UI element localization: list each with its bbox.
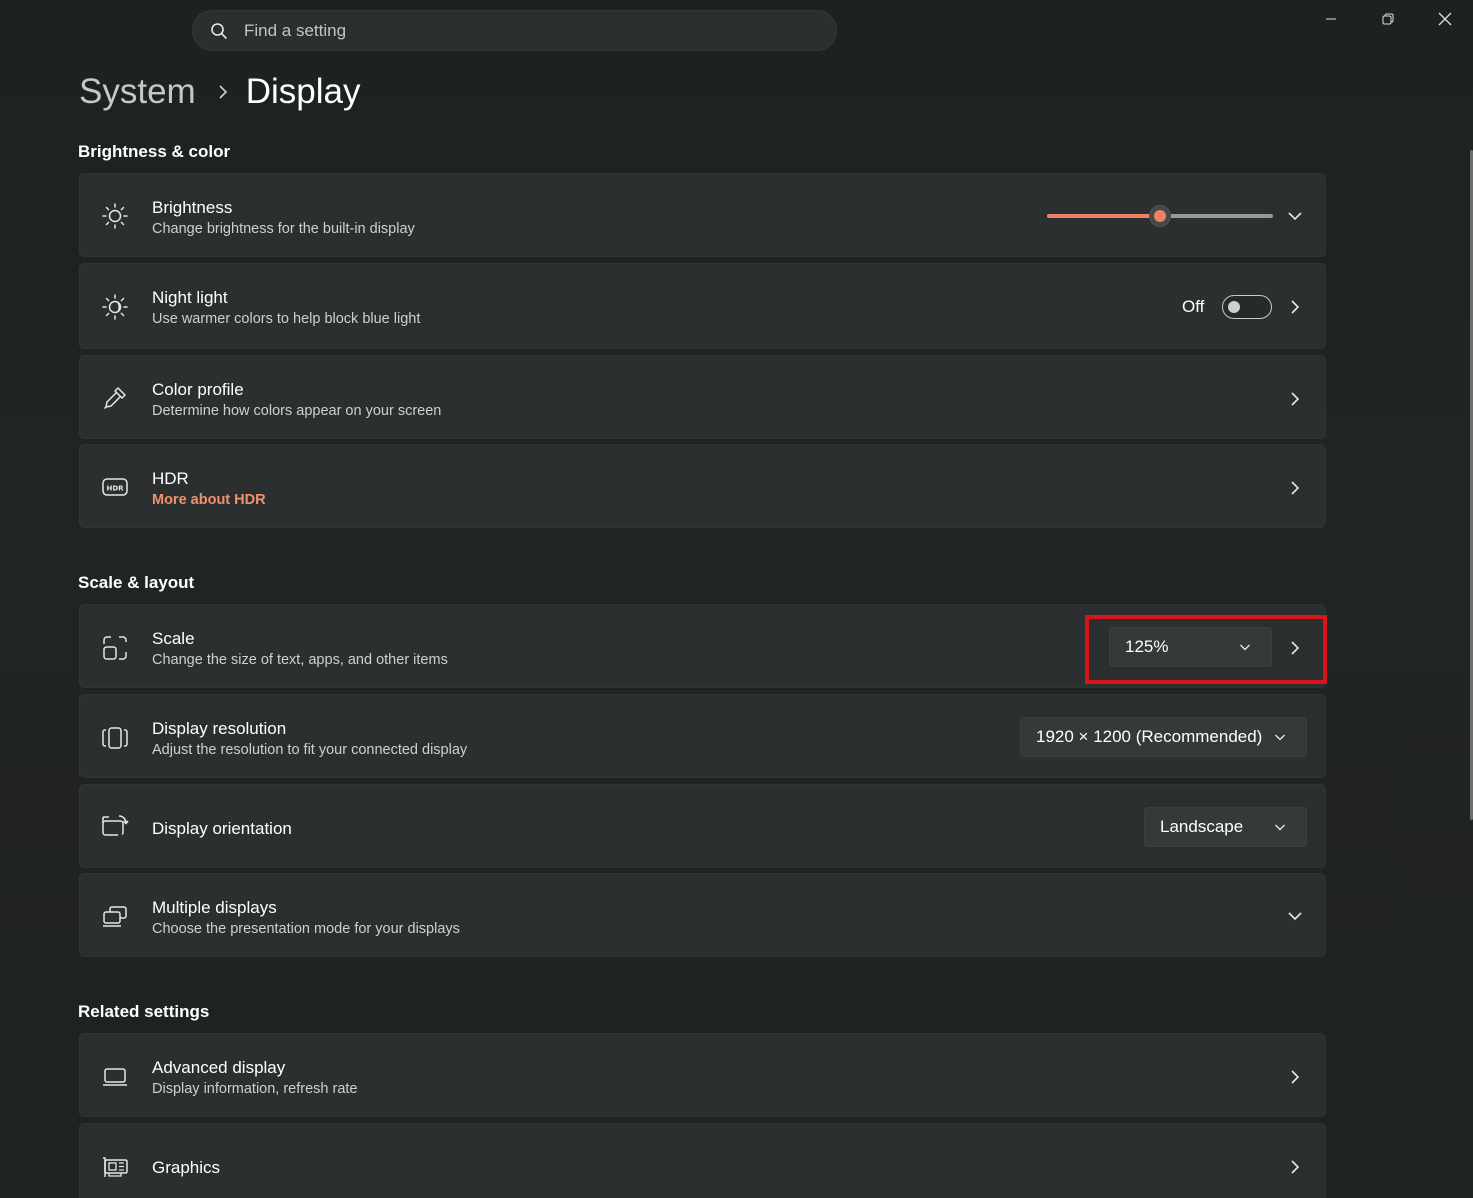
night-light-card[interactable]: Night light Use warmer colors to help bl… (79, 263, 1326, 349)
night-light-title: Night light (152, 288, 228, 307)
window-controls (1302, 0, 1473, 38)
svg-text:HDR: HDR (106, 485, 124, 493)
brightness-desc: Change brightness for the built-in displ… (152, 221, 415, 237)
graphics-title: Graphics (152, 1158, 221, 1177)
laptop-icon (103, 1068, 127, 1086)
color-profile-desc: Determine how colors appear on your scre… (152, 403, 442, 419)
minimize-icon (1325, 18, 1336, 20)
chevron-down-icon[interactable] (1287, 208, 1303, 224)
night-light-state: Off (1182, 297, 1205, 316)
scale-title: Scale (152, 629, 195, 648)
chevron-right-icon[interactable] (1287, 1159, 1303, 1175)
chevron-right-icon[interactable] (1287, 480, 1303, 496)
minimize-button[interactable] (1302, 0, 1359, 38)
hdr-card[interactable]: HDR HDR More about HDR (79, 444, 1326, 528)
brightness-card: Brightness Change brightness for the bui… (79, 173, 1326, 257)
breadcrumb-system[interactable]: System (79, 72, 196, 112)
highlight-box (1085, 615, 1327, 684)
section-scale-layout: Scale & layout (78, 573, 195, 592)
eyedropper-icon (103, 387, 126, 410)
section-brightness-color: Brightness & color (78, 142, 231, 161)
scale-icon (103, 636, 127, 660)
breadcrumb: System Display (79, 72, 360, 112)
hdr-icon: HDR (102, 478, 128, 496)
chevron-down-icon (1275, 734, 1285, 741)
close-icon (1438, 12, 1451, 26)
multiple-displays-desc: Choose the presentation mode for your di… (152, 921, 460, 937)
section-related-settings: Related settings (78, 1002, 210, 1021)
display-resolution-card: Display resolution Adjust the resolution… (79, 694, 1326, 778)
multiple-displays-title: Multiple displays (152, 898, 277, 917)
display-resolution-title: Display resolution (152, 719, 287, 738)
color-profile-title: Color profile (152, 380, 244, 399)
close-button[interactable] (1416, 0, 1473, 38)
multiple-displays-icon (103, 906, 127, 927)
search-box[interactable] (192, 10, 837, 51)
advanced-display-desc: Display information, refresh rate (152, 1081, 358, 1097)
restore-icon (1382, 13, 1393, 25)
night-light-toggle[interactable] (1222, 295, 1272, 319)
display-resolution-desc: Adjust the resolution to fit your connec… (152, 742, 468, 758)
chevron-right-icon[interactable] (1287, 299, 1303, 315)
settings-window: System Display Brightness & color Bright… (0, 0, 1473, 1198)
display-orientation-title: Display orientation (152, 819, 292, 838)
search-input[interactable] (244, 20, 784, 41)
chevron-right-icon[interactable] (1287, 391, 1303, 407)
sun-icon (102, 203, 128, 229)
brightness-slider[interactable] (1047, 205, 1273, 227)
restore-button[interactable] (1359, 0, 1416, 38)
color-profile-card[interactable]: Color profile Determine how colors appea… (79, 355, 1326, 439)
search-icon (211, 22, 227, 39)
scale-desc: Change the size of text, apps, and other… (152, 652, 448, 668)
display-orientation-card: Display orientation Landscape (79, 784, 1326, 868)
graphics-card[interactable]: Graphics (79, 1123, 1326, 1198)
resolution-value: 1920 × 1200 (Recommended) (1036, 727, 1263, 746)
orientation-dropdown[interactable]: Landscape (1144, 807, 1307, 847)
chevron-down-icon (1275, 824, 1285, 831)
multiple-displays-card[interactable]: Multiple displays Choose the presentatio… (79, 873, 1326, 957)
slider-fill (1047, 214, 1160, 218)
page-title: Display (245, 72, 361, 111)
breadcrumb-chevron-icon (218, 84, 228, 100)
resolution-icon (102, 727, 128, 749)
night-light-desc: Use warmer colors to help block blue lig… (152, 311, 421, 327)
slider-thumb[interactable] (1149, 205, 1171, 227)
orientation-value: Landscape (1160, 817, 1244, 836)
advanced-display-card[interactable]: Advanced display Display information, re… (79, 1033, 1326, 1117)
orientation-icon (102, 815, 129, 836)
graphics-card-icon (103, 1157, 128, 1177)
chevron-right-icon[interactable] (1287, 1069, 1303, 1085)
brightness-title: Brightness (152, 198, 233, 217)
hdr-title: HDR (152, 469, 189, 488)
advanced-display-title: Advanced display (152, 1058, 286, 1077)
hdr-link[interactable]: More about HDR (152, 492, 266, 508)
night-light-icon (102, 294, 128, 320)
chevron-down-icon[interactable] (1287, 908, 1303, 924)
resolution-dropdown[interactable]: 1920 × 1200 (Recommended) (1020, 717, 1307, 757)
